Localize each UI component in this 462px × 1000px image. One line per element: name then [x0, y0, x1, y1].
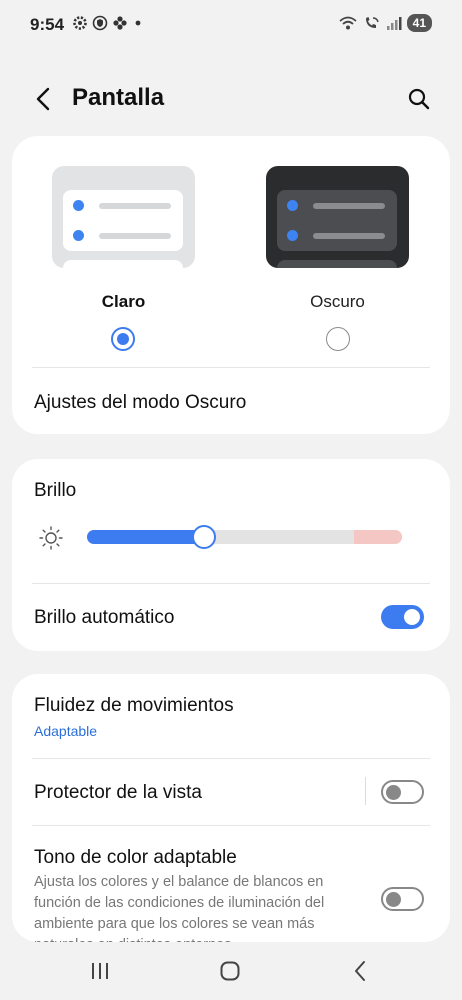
preview-panel-bottom	[63, 260, 183, 268]
sun-icon	[39, 526, 63, 550]
dot-icon	[135, 20, 141, 26]
brightness-slider-thumb[interactable]	[191, 525, 216, 549]
motion-smoothness-value: Adaptable	[34, 723, 98, 739]
adaptive-color-tone-item[interactable]: Tono de color adaptable	[34, 847, 237, 869]
status-left-icons	[72, 15, 144, 31]
brightness-title: Brillo	[34, 480, 77, 501]
recents-button[interactable]	[80, 956, 120, 986]
status-right-icons: 41	[338, 14, 432, 32]
flower-icon	[113, 16, 127, 30]
brightness-slider-fill	[87, 530, 204, 544]
brightness-card: Brillo Brillo automático	[12, 459, 450, 651]
display-mode-card: Claro Oscuro Ajustes del modo Oscuro	[12, 136, 450, 434]
display-settings-card: Fluidez de movimientos Adaptable Protect…	[12, 674, 450, 942]
preview-panel	[277, 190, 397, 251]
vertical-separator	[365, 777, 366, 805]
back-icon	[355, 961, 365, 981]
home-icon	[220, 961, 240, 981]
preview-panel	[63, 190, 183, 251]
back-button[interactable]	[28, 84, 58, 114]
chevron-left-icon	[36, 87, 50, 111]
adaptive-color-tone-description: Ajusta los colores y el balance de blanc…	[34, 874, 325, 942]
preview-dot	[73, 200, 84, 211]
eye-comfort-toggle[interactable]	[381, 780, 424, 804]
preview-panel-bottom	[277, 260, 397, 268]
search-button[interactable]	[404, 84, 434, 114]
brightness-slider[interactable]	[87, 530, 402, 544]
nav-back-button[interactable]	[340, 956, 380, 986]
eye-comfort-item[interactable]: Protector de la vista	[34, 782, 202, 804]
app-bar: Pantalla	[0, 76, 462, 122]
divider	[32, 758, 430, 759]
preview-line	[313, 203, 385, 209]
shield-icon	[92, 15, 108, 31]
gear-icon	[73, 16, 87, 30]
light-mode-label[interactable]: Claro	[52, 292, 195, 312]
preview-dot	[73, 230, 84, 241]
wifi-calling-icon	[365, 17, 379, 28]
search-icon	[408, 88, 430, 110]
auto-brightness-label: Brillo automático	[34, 607, 175, 628]
signal-icon	[386, 17, 402, 30]
adaptive-color-tone-toggle[interactable]	[381, 887, 424, 911]
light-mode-radio[interactable]	[111, 327, 135, 351]
status-bar: 9:54 41	[0, 0, 462, 50]
preview-line	[99, 233, 171, 239]
navigation-bar	[0, 950, 462, 992]
home-button[interactable]	[210, 956, 250, 986]
status-time: 9:54	[30, 15, 65, 34]
auto-brightness-toggle[interactable]	[381, 605, 424, 629]
brightness-extra-zone	[354, 530, 402, 544]
dark-mode-radio[interactable]	[326, 327, 350, 351]
divider	[32, 367, 430, 368]
recents-icon	[92, 963, 108, 979]
preview-dot	[287, 200, 298, 211]
light-mode-preview[interactable]	[52, 166, 195, 268]
battery-indicator: 41	[406, 14, 432, 32]
divider	[32, 825, 430, 826]
preview-line	[313, 233, 385, 239]
divider	[32, 583, 430, 584]
motion-smoothness-item[interactable]: Fluidez de movimientos	[34, 695, 234, 717]
wifi-icon	[339, 16, 357, 30]
preview-dot	[287, 230, 298, 241]
preview-line	[99, 203, 171, 209]
page-title: Pantalla	[72, 84, 165, 111]
dark-mode-settings-item[interactable]: Ajustes del modo Oscuro	[34, 392, 246, 414]
dark-mode-label[interactable]: Oscuro	[266, 292, 409, 312]
dark-mode-preview[interactable]	[266, 166, 409, 268]
